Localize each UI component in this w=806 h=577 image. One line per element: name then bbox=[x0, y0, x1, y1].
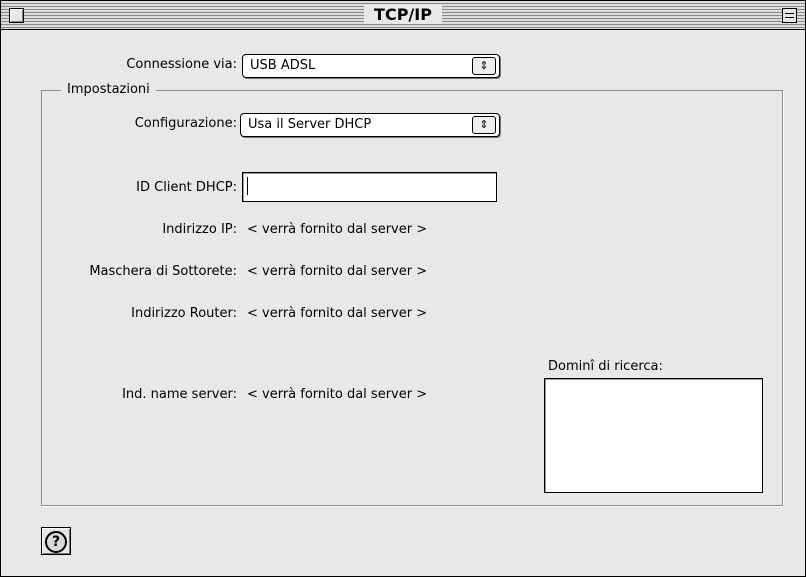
title-bar[interactable]: TCP/IP bbox=[1, 1, 805, 30]
subnet-mask-value: < verrà fornito dal server > bbox=[247, 264, 428, 279]
router-address-label: Indirizzo Router: bbox=[131, 306, 237, 321]
ip-address-label: Indirizzo IP: bbox=[162, 222, 237, 237]
configuration-popup-value: Usa il Server DHCP bbox=[248, 117, 372, 132]
dhcp-client-id-field[interactable] bbox=[242, 172, 497, 202]
window-title-container: TCP/IP bbox=[1, 1, 805, 29]
connection-popup-value: USB ADSL bbox=[250, 58, 316, 73]
search-domains-field[interactable] bbox=[544, 378, 763, 493]
settings-group-title: Impostazioni bbox=[61, 82, 156, 97]
search-domains-label: Dominî di ricerca: bbox=[548, 359, 663, 374]
name-server-label: Ind. name server: bbox=[122, 387, 237, 402]
text-caret bbox=[247, 177, 248, 195]
name-server-value: < verrà fornito dal server > bbox=[247, 387, 428, 402]
zoom-box-icon[interactable] bbox=[782, 8, 797, 23]
router-address-value: < verrà fornito dal server > bbox=[247, 306, 428, 321]
popup-arrows-icon: ⇕ bbox=[472, 116, 496, 134]
popup-arrows-icon: ⇕ bbox=[472, 57, 496, 75]
tcpip-window: TCP/IP Connessione via: USB ADSL ⇕ Impos… bbox=[0, 0, 806, 577]
connection-label: Connessione via: bbox=[126, 57, 237, 72]
configuration-label: Configurazione: bbox=[134, 116, 237, 131]
subnet-mask-label: Maschera di Sottorete: bbox=[89, 264, 237, 279]
ip-address-value: < verrà fornito dal server > bbox=[247, 222, 428, 237]
connection-popup[interactable]: USB ADSL ⇕ bbox=[242, 54, 500, 78]
help-icon: ? bbox=[45, 531, 67, 553]
help-button[interactable]: ? bbox=[41, 527, 71, 555]
dhcp-client-id-label: ID Client DHCP: bbox=[136, 180, 237, 195]
window-title: TCP/IP bbox=[364, 5, 442, 24]
configuration-popup[interactable]: Usa il Server DHCP ⇕ bbox=[240, 113, 500, 137]
